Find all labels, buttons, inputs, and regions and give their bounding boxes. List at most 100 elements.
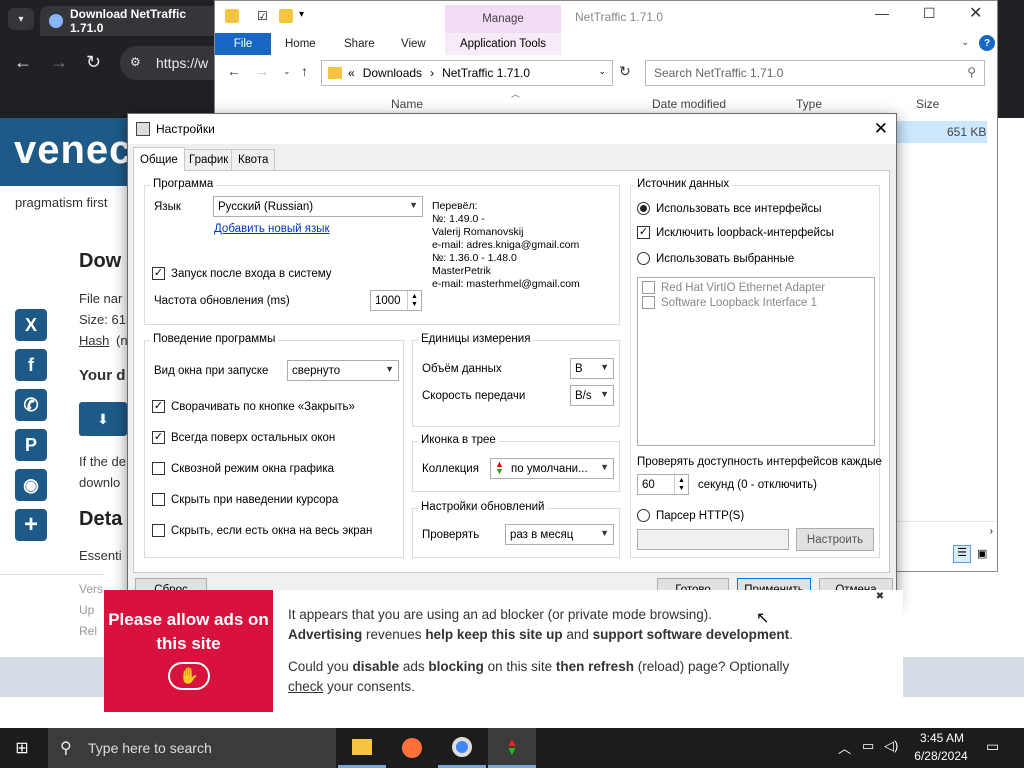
clock-time[interactable]: 3:45 AM (912, 731, 972, 745)
back-icon[interactable]: ← (14, 52, 32, 73)
recent-dropdown-icon[interactable]: ⌄ (283, 66, 291, 77)
site-info-icon[interactable]: ⚙ (130, 55, 141, 69)
tab-graph[interactable]: График (182, 149, 236, 170)
windows-start-icon[interactable]: ⊞ (12, 738, 32, 758)
column-name[interactable]: Name (391, 97, 423, 111)
breadcrumb-overflow[interactable]: « (348, 66, 355, 80)
spinner-arrows-icon[interactable]: ▲ ▼ (674, 475, 688, 494)
details-view-icon[interactable]: ☰ (953, 545, 971, 563)
interface-label: Software Loopback Interface 1 (661, 296, 817, 309)
qat-dropdown-icon[interactable]: ▾ (299, 9, 304, 20)
interfaces-list[interactable]: Red Hat VirtIO Ethernet Adapter Software… (637, 277, 875, 446)
refresh-rate-spinner[interactable]: 1000 ▲ ▼ (370, 290, 422, 311)
group-behavior-label: Поведение программы (150, 333, 279, 345)
ribbon-tab-file[interactable]: File (215, 33, 271, 55)
reddit-share-icon[interactable]: ◉ (15, 469, 47, 501)
autostart-checkbox[interactable]: ✓ Запуск после входа в систему (152, 267, 332, 280)
interface-item[interactable]: Red Hat VirtIO Ethernet Adapter (642, 281, 825, 294)
option-minimize-on-close[interactable]: ✓ Сворачивать по кнопке «Закрыть» (152, 400, 355, 413)
check-updates-value: раз в месяц (510, 528, 574, 541)
breadcrumb-nettraffic[interactable]: NetTraffic 1.71.0 (442, 66, 530, 80)
adblock-notice-left: Please allow ads on this site ✋ (104, 590, 273, 712)
data-volume-select[interactable]: B ▼ (570, 358, 614, 379)
tab-general[interactable]: Общие (133, 147, 185, 171)
network-icon[interactable]: ▭ (862, 738, 874, 754)
option-click-through[interactable]: Сквозной режим окна графика (152, 462, 334, 475)
manage-tab[interactable]: Manage (445, 5, 561, 33)
forward-nav-icon[interactable]: → (255, 63, 269, 79)
tab-search-button[interactable]: ▾ (8, 8, 34, 30)
help-icon[interactable]: ? (979, 35, 995, 51)
hash-link[interactable]: Hash (79, 333, 109, 348)
minimize-icon[interactable]: — (875, 5, 889, 21)
startup-window-select[interactable]: свернуто ▼ (287, 360, 399, 381)
back-nav-icon[interactable]: ← (227, 63, 241, 79)
explorer-search-input[interactable]: Search NetTraffic 1.71.0 ⚲ (645, 60, 985, 86)
http-parser-field[interactable] (637, 529, 789, 550)
forward-icon[interactable]: → (50, 52, 68, 73)
column-size[interactable]: Size (916, 97, 939, 111)
configure-button[interactable]: Настроить (796, 528, 874, 551)
horizontal-scrollbar[interactable]: › (897, 521, 997, 543)
whatsapp-share-icon[interactable]: ✆ (15, 389, 47, 421)
option-always-on-top[interactable]: ✓ Всегда поверх остальных окон (152, 431, 335, 444)
taskbar-search-input[interactable]: ⚲ Type here to search (48, 728, 336, 768)
adblock-line-2: Advertising revenues help keep this site… (288, 625, 793, 645)
large-icons-view-icon[interactable]: ▣ (977, 547, 987, 560)
radio-selected-interfaces[interactable]: Использовать выбранные (637, 252, 794, 265)
column-type[interactable]: Type (796, 97, 822, 111)
x-share-icon[interactable]: X (15, 309, 47, 341)
site-logo[interactable]: venec (14, 128, 132, 173)
radio-all-interfaces[interactable]: Использовать все интерфейсы (637, 202, 822, 215)
ribbon-tab-share[interactable]: Share (344, 38, 375, 50)
browser-tab[interactable]: Download NetTraffic 1.71.0 (40, 6, 220, 36)
refresh-icon[interactable]: ↻ (619, 63, 631, 80)
scroll-right-icon[interactable]: › (990, 526, 993, 537)
breadcrumb-downloads[interactable]: Downloads (363, 66, 422, 80)
language-select[interactable]: Русский (Russian) ▼ (213, 196, 423, 217)
exclude-loopback-checkbox[interactable]: ✓ Исключить loopback-интерфейсы (637, 226, 834, 239)
clock-date[interactable]: 6/28/2024 (910, 749, 972, 763)
download-heading: Dow (79, 250, 122, 272)
option-hide-fullscreen[interactable]: Скрыть, если есть окна на весь экран (152, 524, 372, 537)
check-updates-select[interactable]: раз в месяц ▼ (505, 524, 614, 545)
spinner-arrows-icon[interactable]: ▲ ▼ (407, 291, 421, 310)
facebook-share-icon[interactable]: f (15, 349, 47, 381)
firefox-taskbar-icon[interactable] (388, 728, 436, 768)
nettraffic-taskbar-icon[interactable]: ▲ ▼ (488, 728, 536, 768)
address-dropdown-icon[interactable]: ⌄ (598, 66, 606, 77)
column-date-modified[interactable]: Date modified (652, 97, 726, 111)
ribbon-tab-application-tools[interactable]: Application Tools (445, 33, 561, 55)
option-hide-on-hover[interactable]: Скрыть при наведении курсора (152, 493, 338, 506)
tray-overflow-icon[interactable]: ︿ (838, 738, 851, 757)
notifications-icon[interactable]: ▭ (986, 738, 999, 755)
translator-info: Перевёл: №: 1.49.0 - Valerij Romanovskij… (432, 200, 580, 291)
check-consents-link[interactable]: check (288, 679, 323, 694)
file-explorer-taskbar-icon[interactable] (338, 728, 386, 768)
address-bar[interactable]: « Downloads › NetTraffic 1.71.0 ⌄ (321, 60, 613, 86)
ribbon-collapse-icon[interactable]: ⌄ (961, 37, 969, 48)
pinterest-share-icon[interactable]: P (15, 429, 47, 461)
check-interval-spinner[interactable]: 60 ▲ ▼ (637, 474, 689, 495)
ad-close-icon[interactable]: ✖ (862, 591, 898, 607)
close-icon[interactable]: ✕ (969, 3, 982, 23)
ribbon-tab-view[interactable]: View (401, 38, 426, 50)
more-share-icon[interactable]: + (15, 509, 47, 541)
ribbon-tab-home[interactable]: Home (285, 38, 316, 50)
download-button[interactable]: ⬇ (79, 402, 127, 436)
properties-icon[interactable]: ☑ (257, 9, 268, 23)
interface-item[interactable]: Software Loopback Interface 1 (642, 296, 817, 309)
dialog-close-icon[interactable]: ✕ (874, 119, 888, 139)
reload-icon[interactable]: ↻ (86, 52, 101, 73)
tab-quota[interactable]: Квота (231, 149, 276, 170)
up-nav-icon[interactable]: ↑ (301, 63, 308, 79)
chrome-taskbar-icon[interactable] (438, 728, 486, 768)
add-language-link[interactable]: Добавить новый язык (214, 223, 330, 235)
maximize-icon[interactable]: ☐ (923, 5, 936, 22)
download-icon: ⬇ (97, 410, 109, 427)
collection-select[interactable]: ▲ ▼ по умолчани... ▼ (490, 458, 614, 479)
volume-icon[interactable]: ◁) (884, 738, 898, 754)
transfer-speed-select[interactable]: B/s ▼ (570, 385, 614, 406)
new-folder-icon[interactable] (279, 9, 293, 23)
radio-http-parser[interactable]: Парсер HTTP(S) (637, 509, 744, 522)
